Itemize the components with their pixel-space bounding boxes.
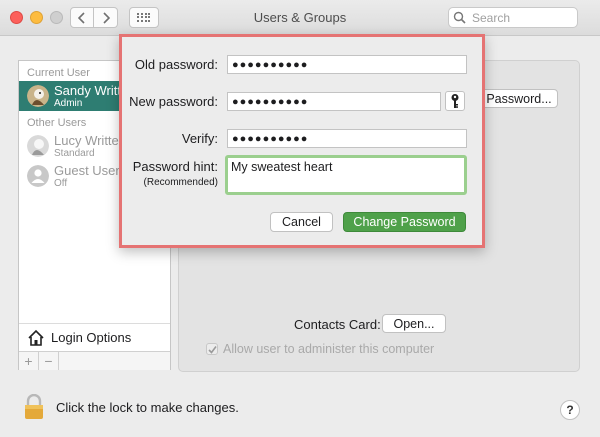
search-input[interactable] <box>470 9 570 26</box>
add-remove-bar: + − <box>19 351 170 370</box>
avatar <box>27 165 49 187</box>
password-hint-label: Password hint: <box>132 159 218 174</box>
avatar <box>27 85 49 107</box>
verify-label: Verify: <box>181 131 218 146</box>
change-password-button[interactable]: Password... <box>480 89 558 108</box>
user-role: Standard <box>54 148 95 159</box>
current-user-label: Current User <box>27 67 90 79</box>
eagle-avatar-icon <box>27 135 49 157</box>
person-silhouette-icon <box>27 165 49 187</box>
lock-text: Click the lock to make changes. <box>56 399 239 415</box>
contacts-card-label: Contacts Card: <box>294 317 381 332</box>
lock-icon <box>25 394 43 419</box>
login-options-item[interactable]: Login Options <box>19 323 170 351</box>
admin-checkbox-label: Allow user to administer this computer <box>223 342 435 356</box>
title-bar: Users & Groups <box>0 0 600 36</box>
remove-user-button[interactable]: − <box>39 352 59 370</box>
login-options-label: Login Options <box>51 330 132 345</box>
password-assistant-button[interactable] <box>445 91 465 111</box>
help-button[interactable]: ? <box>560 400 580 420</box>
user-role: Off <box>54 178 68 189</box>
user-role: Admin <box>54 98 83 109</box>
avatar <box>27 135 49 157</box>
old-password-label: Old password: <box>134 57 218 72</box>
password-hint-sublabel: (Recommended) <box>143 177 218 188</box>
add-user-button[interactable]: + <box>19 352 39 370</box>
house-icon <box>28 329 44 346</box>
admin-checkbox[interactable] <box>206 343 218 355</box>
eagle-avatar-icon <box>27 85 49 107</box>
password-hint-field[interactable]: My sweatest heart <box>225 155 467 195</box>
open-contacts-button[interactable]: Open... <box>382 314 446 333</box>
change-password-sheet: Old password: ●●●●●●●●●● New password: ●… <box>119 34 485 248</box>
search-box[interactable] <box>448 7 578 28</box>
new-password-label: New password: <box>129 94 218 109</box>
lock-row[interactable]: Click the lock to make changes. <box>24 394 239 420</box>
checkmark-icon <box>207 345 217 354</box>
admin-checkbox-row[interactable]: Allow user to administer this computer <box>206 342 434 356</box>
search-icon <box>453 11 466 24</box>
cancel-button[interactable]: Cancel <box>270 212 333 232</box>
new-password-field[interactable]: ●●●●●●●●●● <box>227 92 441 111</box>
change-password-confirm-button[interactable]: Change Password <box>343 212 466 232</box>
verify-field[interactable]: ●●●●●●●●●● <box>227 129 467 148</box>
other-users-label: Other Users <box>27 117 87 129</box>
old-password-field[interactable]: ●●●●●●●●●● <box>227 55 467 74</box>
key-icon <box>451 94 459 108</box>
